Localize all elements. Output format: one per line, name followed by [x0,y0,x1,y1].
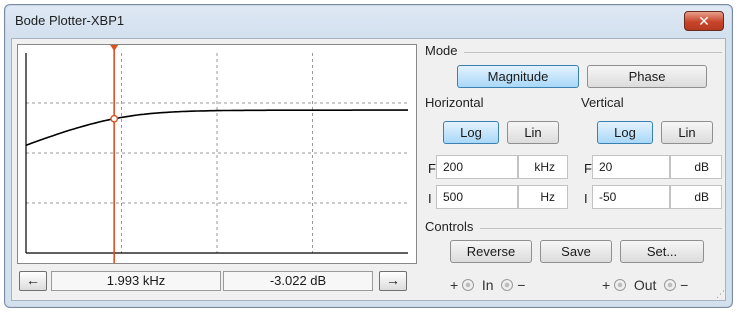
save-button[interactable]: Save [540,240,612,263]
phase-button[interactable]: Phase [587,65,707,88]
bode-plotter-window: Bode Plotter-XBP1 ✕ ← 1.993 kHz -3.022 d… [4,4,733,308]
vertical-initial-unit[interactable]: dB [670,185,722,209]
window-title: Bode Plotter-XBP1 [15,13,125,28]
vertical-log-button[interactable]: Log [597,121,653,144]
input-terminals: + In − [450,277,525,293]
out-minus-terminal[interactable] [664,279,677,291]
in-plus-sign: + [450,277,459,293]
horizontal-log-button[interactable]: Log [443,121,499,144]
vertical-label: Vertical [581,95,624,110]
frequency-readout: 1.993 kHz [51,271,221,291]
close-button[interactable]: ✕ [684,11,724,31]
horizontal-initial-unit[interactable]: Hz [518,185,568,209]
horizontal-label: Horizontal [425,95,484,110]
plot-display[interactable] [17,44,417,264]
gain-readout: -3.022 dB [223,271,373,291]
vertical-final-value-input[interactable]: 20 [592,155,670,179]
out-plus-terminal[interactable] [614,279,627,291]
vertical-initial-value-input[interactable]: -50 [592,185,670,209]
horizontal-initial-value-input[interactable]: 500 [436,185,518,209]
close-icon: ✕ [698,13,710,29]
magnitude-button[interactable]: Magnitude [457,65,579,88]
cursor-marker-icon [110,45,119,51]
resize-grip-icon[interactable]: ⋰ [716,289,725,300]
in-minus-sign: − [517,277,526,293]
instrument-body: ← 1.993 kHz -3.022 dB → Mode Magnitude P… [11,38,726,301]
in-label: In [481,277,494,293]
set-button[interactable]: Set... [620,240,704,263]
cursor-intersection-point [110,114,119,123]
arrow-left-icon: ← [26,272,40,288]
horizontal-final-unit[interactable]: kHz [518,155,568,179]
cursor-left-button[interactable]: ← [19,271,47,291]
horizontal-lin-button[interactable]: Lin [507,121,559,144]
cursor-right-button[interactable]: → [379,271,407,291]
vertical-initial-letter: I [584,191,588,206]
out-minus-sign: − [680,277,689,293]
bode-plot [25,45,408,263]
arrow-right-icon: → [386,272,400,288]
controls-divider [480,228,722,229]
mode-divider [464,52,722,53]
controls-label: Controls [425,219,474,234]
in-minus-terminal[interactable] [501,279,514,291]
settings-panel: Mode Magnitude Phase Horizontal Log Lin … [422,39,727,302]
vertical-final-letter: F [584,161,592,176]
vertical-final-unit[interactable]: dB [670,155,722,179]
in-plus-terminal[interactable] [462,279,475,291]
horizontal-final-value-input[interactable]: 200 [436,155,518,179]
reverse-button[interactable]: Reverse [450,240,532,263]
title-bar[interactable]: Bode Plotter-XBP1 ✕ [5,5,732,35]
vertical-lin-button[interactable]: Lin [661,121,713,144]
out-plus-sign: + [602,277,611,293]
output-terminals: + Out − [602,277,688,293]
mode-label: Mode [425,43,458,58]
cursor-readout-bar: ← 1.993 kHz -3.022 dB → [17,269,417,295]
horizontal-final-letter: F [428,161,436,176]
horizontal-initial-letter: I [428,191,432,206]
out-label: Out [633,277,657,293]
